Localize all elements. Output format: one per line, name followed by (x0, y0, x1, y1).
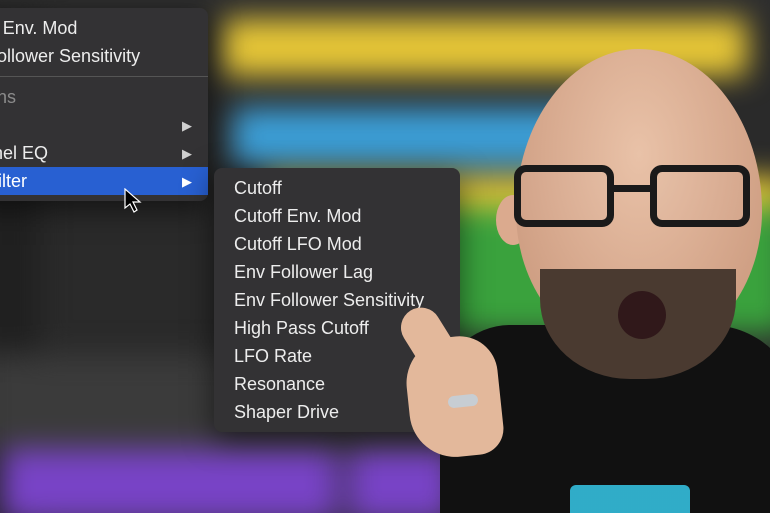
menu-item-env-follower-sensitivity[interactable]: Env Follower Sensitivity (0, 42, 208, 70)
menu-item-label: Cutoff (234, 179, 282, 197)
chevron-right-icon: ▶ (182, 175, 192, 188)
chevron-right-icon: ▶ (182, 119, 192, 132)
menu-item-label: Channel EQ (0, 144, 48, 162)
menu-item-es2[interactable]: ES2 ▶ (0, 111, 208, 139)
menu-item-cutoff-env-mod[interactable]: Cutoff Env. Mod (0, 14, 208, 42)
chevron-right-icon: ▶ (182, 147, 192, 160)
menu-item-label: Env Follower Sensitivity (0, 47, 140, 65)
menu-item-label: Shaper Drive (234, 403, 339, 421)
menu-item-autofilter[interactable]: AutoFilter ▶ (0, 167, 208, 195)
menu-item-channel-eq[interactable]: Channel EQ ▶ (0, 139, 208, 167)
menu-item-label: Cutoff LFO Mod (234, 235, 362, 253)
menu-item-label: LFO Rate (234, 347, 312, 365)
menu-item-label: Cutoff Env. Mod (0, 19, 77, 37)
menu-item-label: Env Follower Sensitivity (234, 291, 424, 309)
context-menu: Cutoff Env. Mod Env Follower Sensitivity… (0, 8, 208, 201)
menu-item-label: Cutoff Env. Mod (234, 207, 361, 225)
presenter-photo (420, 25, 770, 513)
menu-item-label: Env Follower Lag (234, 263, 373, 281)
menu-item-label: AutoFilter (0, 172, 27, 190)
menu-item-label: High Pass Cutoff (234, 319, 369, 337)
menu-section-header: Plug-Ins (0, 83, 208, 111)
menu-section-label: Plug-Ins (0, 88, 16, 106)
menu-item-label: Resonance (234, 375, 325, 393)
menu-separator (0, 76, 208, 77)
